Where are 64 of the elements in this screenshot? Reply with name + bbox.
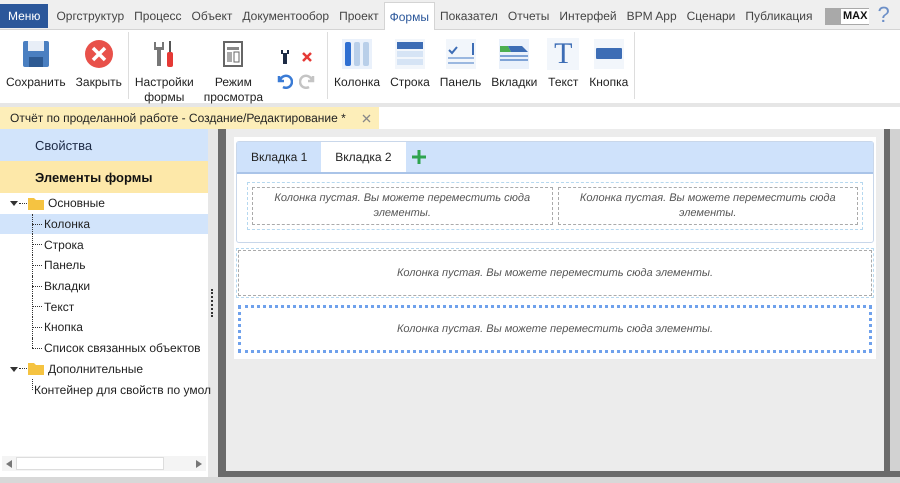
ribbon-tab[interactable]: Оргструктур	[51, 3, 130, 29]
redo-icon	[299, 73, 316, 89]
ribbon-button[interactable]: Панель	[436, 36, 486, 92]
document-tab[interactable]: Отчёт по проделанной работе - Создание/Редактирование *	[0, 107, 379, 129]
tree-item[interactable]: Строка	[44, 238, 84, 252]
empty-column[interactable]: Колонка пустая. Вы можете переместить сюда элементы.	[252, 187, 552, 225]
panel-icon	[444, 38, 477, 70]
columns-icon	[341, 38, 374, 70]
ribbon-button[interactable]: T Текст	[543, 36, 584, 92]
ribbon-button[interactable]: Колонка	[330, 36, 384, 92]
form-tab[interactable]: Вкладка 2	[321, 142, 406, 172]
folder-icon	[28, 196, 44, 210]
ribbon-tab[interactable]: Формы	[384, 2, 435, 30]
tab-container[interactable]: Вкладка 1 Вкладка 2 Колонка пустая. Вы можете переместить сюда элементы. Колонка пустая. Вы можете переместить сюда элементы.	[236, 141, 874, 243]
tree-item[interactable]: Список связанных объектов	[44, 341, 201, 356]
ribbon-tab[interactable]: Проект	[334, 3, 384, 29]
tree-item[interactable]: Колонка	[44, 217, 90, 232]
close-icon[interactable]	[362, 114, 371, 122]
ribbon-tab[interactable]: Процесс	[129, 3, 187, 29]
ribbon-button[interactable]: Строка	[386, 36, 434, 92]
expand-toggle-icon[interactable]	[10, 199, 18, 208]
ribbon-tab[interactable]: Сценари	[682, 3, 740, 29]
ribbon-button[interactable]: Вкладки	[487, 36, 542, 92]
tree-item[interactable]: Панель	[44, 258, 86, 272]
ribbon-tab[interactable]: BPM App	[622, 3, 682, 29]
folder-icon	[28, 362, 44, 376]
button-icon	[592, 38, 625, 70]
ribbon-tab[interactable]: Показател	[434, 3, 503, 29]
horizontal-scrollbar[interactable]	[2, 456, 206, 471]
ribbon-tab[interactable]: Объект	[186, 3, 238, 29]
ribbon-button[interactable]: Кнопка	[585, 36, 632, 92]
document-title: Отчёт по проделанной работе - Создание/Редактирование *	[10, 111, 346, 125]
empty-column[interactable]: Колонка пустая. Вы можете переместить сюда элементы.	[558, 187, 858, 225]
ribbon-tab[interactable]: Публикация	[740, 3, 818, 29]
rows-icon	[394, 38, 426, 70]
undo-icon	[277, 73, 294, 89]
max-toggle[interactable]: MAX	[825, 8, 870, 25]
row-container[interactable]: Колонка пустая. Вы можете переместить сюда элементы. Колонка пустая. Вы можете переместить сюда элементы.	[247, 182, 863, 230]
tree-item[interactable]: Текст	[44, 300, 74, 314]
ribbon-tab[interactable]: Документообор	[237, 3, 334, 29]
vertical-scrollbar[interactable]	[890, 129, 900, 471]
tree-item[interactable]: Кнопка	[44, 320, 83, 334]
empty-column[interactable]: Колонка пустая. Вы можете переместить сюда элементы.	[238, 305, 872, 353]
tree-item[interactable]: Вкладки	[44, 279, 90, 294]
ribbon-tab[interactable]: Отчеты	[502, 3, 554, 29]
tree-item[interactable]: Дополнительные	[48, 362, 143, 376]
add-icon[interactable]	[412, 150, 426, 164]
empty-column[interactable]: Колонка пустая. Вы можете переместить сюда элементы.	[238, 250, 872, 296]
expand-toggle-icon[interactable]	[10, 364, 18, 373]
panel-section[interactable]: Элементы формы	[0, 161, 208, 193]
ribbon-button[interactable]: Режим просмотра	[200, 36, 268, 107]
ribbon-button[interactable]: Закрыть	[72, 36, 126, 92]
menu-button[interactable]: Меню	[0, 4, 48, 28]
scroll-left-icon[interactable]	[6, 460, 12, 468]
scroll-right-icon[interactable]	[196, 460, 202, 468]
tree-item[interactable]: Контейнер для свойств по умол	[34, 382, 212, 397]
ribbon-tab[interactable]: Интерфей	[554, 3, 622, 29]
close-icon	[82, 38, 115, 70]
panel-section[interactable]: Свойства	[0, 129, 208, 161]
ribbon-button[interactable]: Настройки формы	[130, 36, 198, 107]
ribbon-button[interactable]: Сохранить	[2, 36, 70, 92]
tree-item[interactable]: Основные	[48, 196, 105, 210]
tabs-icon	[498, 38, 530, 70]
form-tab[interactable]: Вкладка 1	[237, 142, 322, 172]
